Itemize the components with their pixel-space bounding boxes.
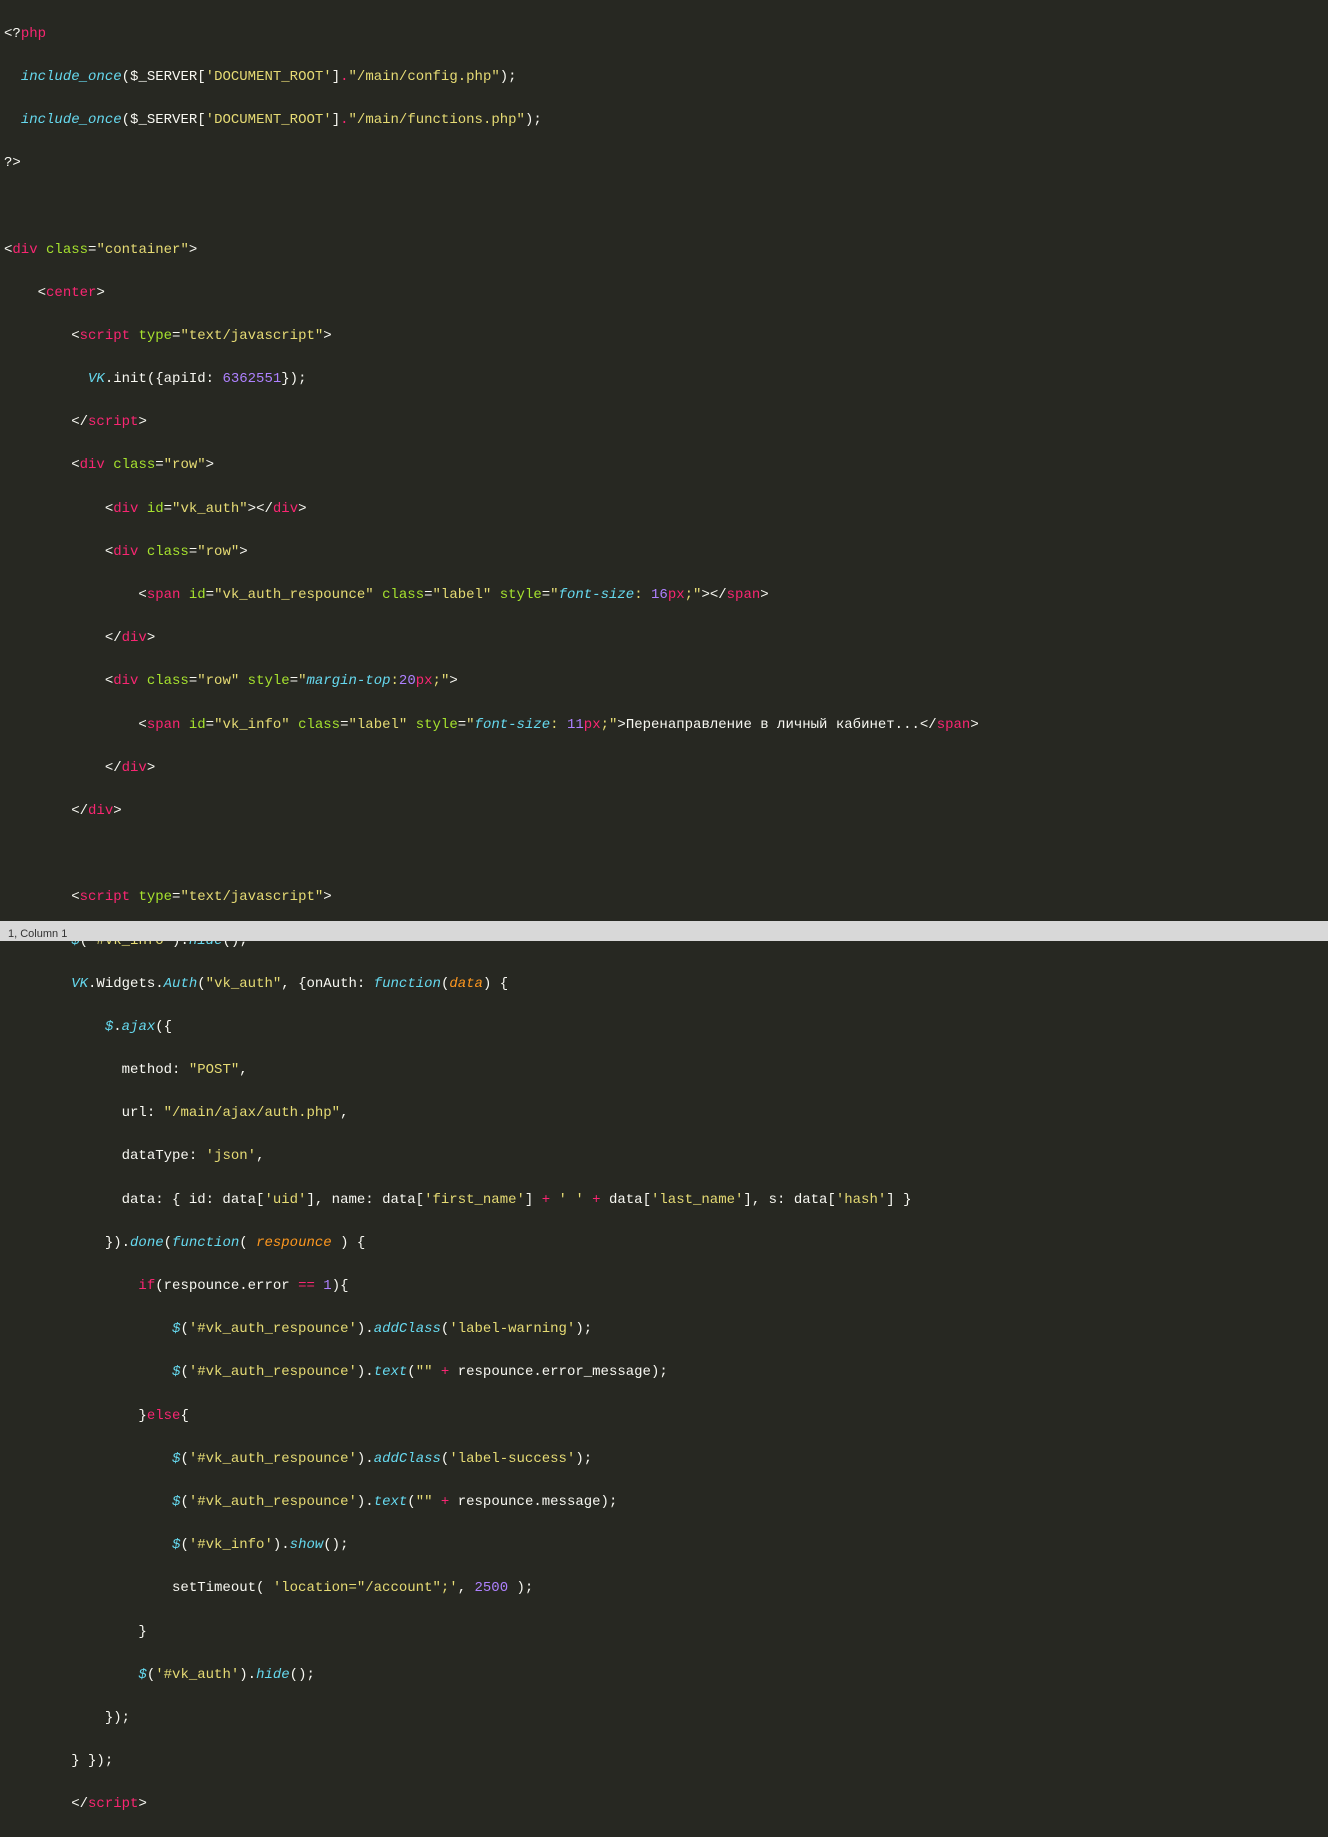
code-line: data: { id: data['uid'], name: data['fir…: [4, 1190, 1328, 1212]
code-line: <div class="row">: [4, 455, 1328, 477]
code-line: }).done(function( respounce ) {: [4, 1233, 1328, 1255]
code-line: </script>: [4, 1794, 1328, 1816]
cursor-position: 1, Column 1: [8, 928, 67, 940]
code-line: [4, 196, 1328, 218]
code-line: } });: [4, 1751, 1328, 1773]
code-line: <center>: [4, 283, 1328, 305]
code-line: include_once($_SERVER['DOCUMENT_ROOT']."…: [4, 67, 1328, 89]
code-editor[interactable]: <?php include_once($_SERVER['DOCUMENT_RO…: [0, 0, 1328, 1837]
code-line: <div id="vk_auth"></div>: [4, 499, 1328, 521]
code-line: <div class="row">: [4, 542, 1328, 564]
code-line: VK.init({apiId: 6362551});: [4, 369, 1328, 391]
code-line: dataType: 'json',: [4, 1146, 1328, 1168]
code-line: url: "/main/ajax/auth.php",: [4, 1103, 1328, 1125]
code-line: include_once($_SERVER['DOCUMENT_ROOT']."…: [4, 110, 1328, 132]
code-line: $('#vk_auth_respounce').text("" + respou…: [4, 1492, 1328, 1514]
code-line: </script>: [4, 412, 1328, 434]
code-line: <span id="vk_auth_respounce" class="labe…: [4, 585, 1328, 607]
code-line: VK.Widgets.Auth("vk_auth", {onAuth: func…: [4, 974, 1328, 996]
code-line: </div>: [4, 758, 1328, 780]
code-line: </div>: [4, 628, 1328, 650]
code-line: method: "POST",: [4, 1060, 1328, 1082]
code-line: ?>: [4, 153, 1328, 175]
code-line: }: [4, 1622, 1328, 1644]
code-line: $('#vk_auth_respounce').addClass('label-…: [4, 1449, 1328, 1471]
code-line: <span id="vk_info" class="label" style="…: [4, 715, 1328, 737]
code-line: <script type="text/javascript">: [4, 326, 1328, 348]
code-line: <div class="container">: [4, 240, 1328, 262]
code-line: $.ajax({: [4, 1017, 1328, 1039]
code-line: $('#vk_auth').hide();: [4, 1665, 1328, 1687]
code-line: $('#vk_info').show();: [4, 1535, 1328, 1557]
code-line: <?php: [4, 24, 1328, 46]
code-line: </div>: [4, 801, 1328, 823]
code-line: $('#vk_auth_respounce').text("" + respou…: [4, 1362, 1328, 1384]
code-line: setTimeout( 'location="/account";', 2500…: [4, 1578, 1328, 1600]
code-line: }else{: [4, 1406, 1328, 1428]
code-line: if(respounce.error == 1){: [4, 1276, 1328, 1298]
code-line: <script type="text/javascript">: [4, 887, 1328, 909]
status-bar: 1, Column 1: [0, 921, 1328, 941]
code-line: [4, 844, 1328, 866]
code-line: });: [4, 1708, 1328, 1730]
code-line: $('#vk_auth_respounce').addClass('label-…: [4, 1319, 1328, 1341]
code-line: <div class="row" style="margin-top:20px;…: [4, 671, 1328, 693]
